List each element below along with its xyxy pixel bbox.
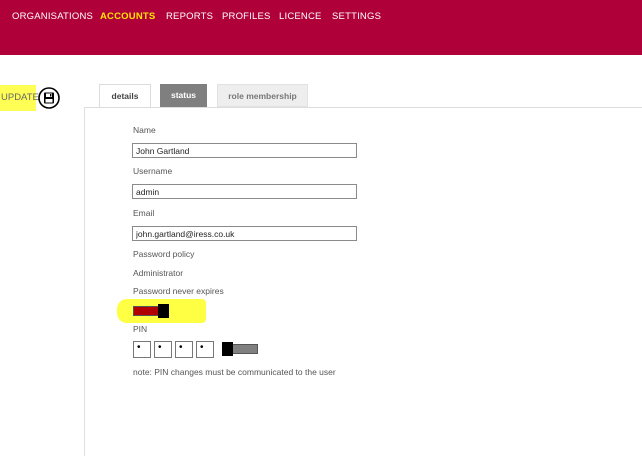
tab-details[interactable]: details (99, 84, 151, 108)
pin-digit-4[interactable]: • (196, 341, 214, 358)
tabs-divider (84, 107, 642, 108)
name-label: Name (133, 125, 156, 135)
pin-toggle[interactable] (222, 342, 258, 356)
username-label: Username (133, 166, 173, 176)
username-input[interactable] (132, 184, 357, 199)
name-input[interactable] (132, 143, 357, 158)
nav-organisations[interactable]: ORGANISATIONS (12, 11, 93, 22)
toggle-knob[interactable] (222, 342, 233, 356)
tab-status[interactable]: status (160, 84, 207, 107)
pin-label: PIN (133, 324, 148, 334)
pin-digit-2[interactable]: • (154, 341, 172, 358)
nav-profiles[interactable]: PROFILES (222, 11, 271, 22)
nav-settings[interactable]: SETTINGS (332, 11, 381, 22)
update-action[interactable]: UPDATE (0, 85, 64, 111)
nav-reports[interactable]: REPORTS (166, 11, 213, 22)
administrator-label: Administrator (133, 268, 184, 278)
pin-digit-1[interactable]: • (133, 341, 151, 358)
email-input[interactable] (132, 226, 357, 241)
nav-accounts[interactable]: ACCOUNTS (100, 11, 155, 22)
update-label[interactable]: UPDATE (1, 92, 39, 103)
pin-digit-3[interactable]: • (175, 341, 193, 358)
email-label: Email (133, 208, 155, 218)
password-never-expires-label: Password never expires (133, 286, 224, 296)
nav-licence[interactable]: LICENCE (279, 11, 322, 22)
pin-note: note: PIN changes must be communicated t… (133, 367, 336, 377)
panel-border (84, 107, 85, 456)
password-policy-label: Password policy (133, 249, 195, 259)
toggle-knob[interactable] (158, 304, 169, 318)
top-header-bar: ORGANISATIONS ACCOUNTS REPORTS PROFILES … (0, 0, 642, 55)
floppy-disk-icon[interactable] (38, 87, 60, 109)
password-never-expires-toggle[interactable] (133, 304, 169, 318)
tab-role-membership[interactable]: role membership (217, 84, 308, 107)
